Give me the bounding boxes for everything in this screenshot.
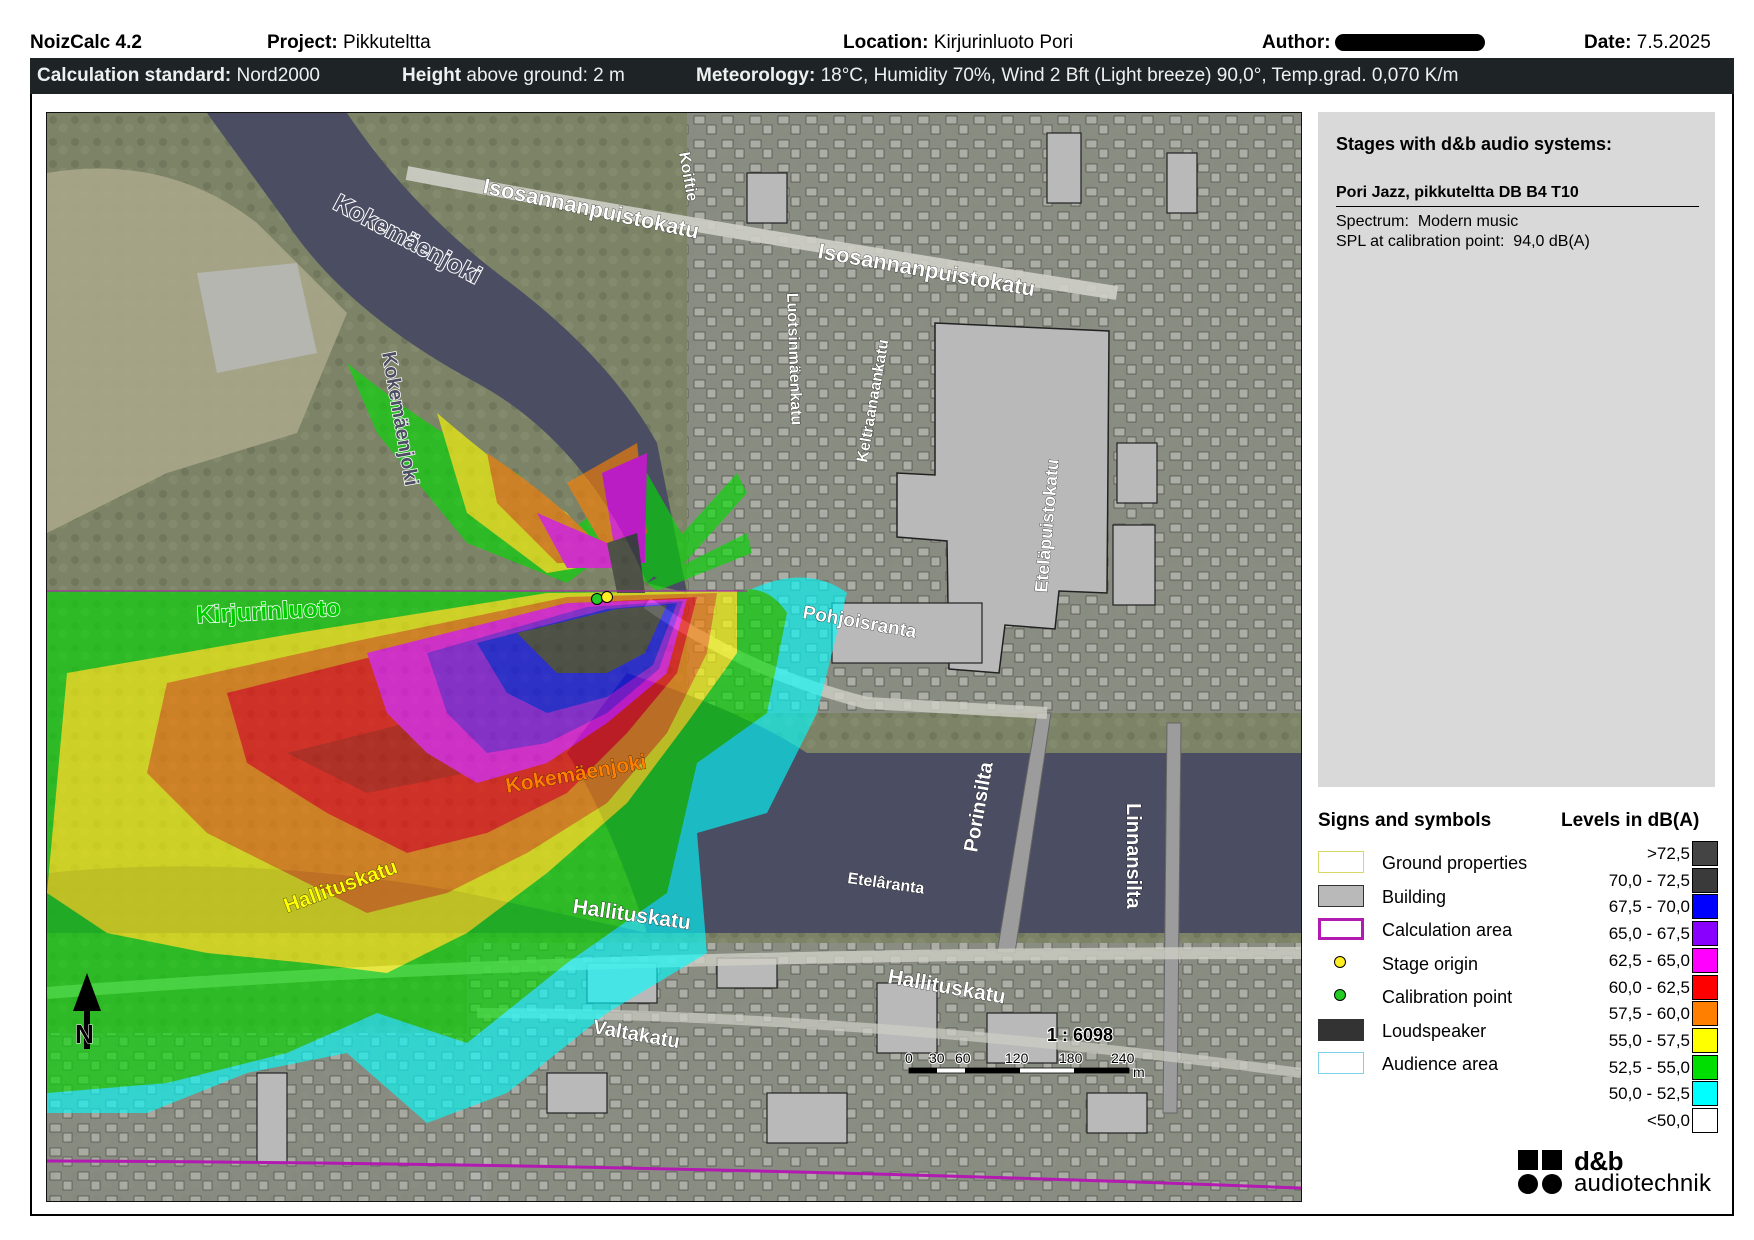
legend-symbol: Calculation area xyxy=(1318,914,1598,944)
levels-title: Levels in dB(A) xyxy=(1561,810,1700,831)
level-swatch xyxy=(1692,921,1718,947)
legend-symbol: Calibration point xyxy=(1318,981,1598,1011)
level-label: 62,5 - 65,0 xyxy=(1608,950,1690,970)
level-row: 62,5 - 65,0 xyxy=(1560,947,1720,974)
calibration-point[interactable] xyxy=(591,593,603,605)
svg-text:30: 30 xyxy=(929,1050,945,1066)
noise-map[interactable]: Kokemäenjoki Isosannanpuistokatu Isosann… xyxy=(46,112,1302,1202)
stage-name: Pori Jazz, pikkuteltta DB B4 T10 xyxy=(1336,184,1699,207)
level-row: 55,0 - 57,5 xyxy=(1560,1027,1720,1054)
legend-label: Calculation area xyxy=(1382,920,1513,940)
legend-label: Stage origin xyxy=(1382,953,1479,974)
level-row: 60,0 - 62,5 xyxy=(1560,974,1720,1001)
scale-ratio: 1 : 6098 xyxy=(1047,1025,1113,1045)
level-label: <50,0 xyxy=(1646,1111,1690,1130)
app-name: NoizCalc 4.2 xyxy=(30,32,142,53)
legend-swatch xyxy=(1318,851,1364,873)
level-row: >72,5 xyxy=(1560,840,1720,867)
stage-origin[interactable] xyxy=(601,591,613,603)
db-audiotechnik-logo: d&b audiotechnik xyxy=(1518,1146,1718,1200)
redacted-author xyxy=(1334,34,1485,52)
svg-text:N: N xyxy=(75,1019,94,1049)
level-label: >72,5 xyxy=(1646,844,1690,863)
map-label: Linnansilta xyxy=(1122,803,1144,909)
level-label: 57,5 - 60,0 xyxy=(1608,1004,1690,1024)
level-swatch xyxy=(1692,1081,1718,1107)
stages-title: Stages with d&b audio systems: xyxy=(1336,134,1613,154)
level-label: 60,0 - 62,5 xyxy=(1608,977,1690,997)
legend-dot xyxy=(1334,955,1346,968)
level-label: 65,0 - 67,5 xyxy=(1608,924,1690,944)
svg-text:120: 120 xyxy=(1005,1050,1029,1066)
legend-swatch xyxy=(1318,1018,1364,1041)
legend-swatch xyxy=(1318,1052,1364,1074)
signs-title: Signs and symbols xyxy=(1318,810,1492,831)
legend-label: Audience area xyxy=(1382,1054,1499,1074)
legend-symbol: Building xyxy=(1318,881,1598,911)
project-field: Project: Pikkuteltta xyxy=(267,32,431,53)
svg-text:0: 0 xyxy=(905,1050,913,1066)
legend-label: Loudspeaker xyxy=(1382,1020,1487,1041)
svg-text:m: m xyxy=(1133,1064,1145,1080)
level-label: 50,0 - 52,5 xyxy=(1608,1084,1690,1104)
level-row: 50,0 - 52,5 xyxy=(1560,1080,1720,1107)
level-swatch xyxy=(1692,947,1718,973)
svg-text:180: 180 xyxy=(1059,1050,1083,1066)
level-swatch xyxy=(1692,841,1718,866)
legend-symbol: Audience area xyxy=(1318,1048,1598,1078)
legend-dot xyxy=(1334,989,1346,1001)
calculation-info-bar: Calculation standard: Nord2000 Height ab… xyxy=(30,58,1734,94)
level-swatch xyxy=(1692,894,1718,920)
level-swatch xyxy=(1692,1054,1718,1080)
level-swatch xyxy=(1692,867,1718,893)
level-row: 70,0 - 72,5 xyxy=(1560,867,1720,894)
legend-swatch xyxy=(1318,918,1364,940)
date-field: Date: 7.5.2025 xyxy=(1584,32,1711,53)
calc-height: Height above ground: 2 m xyxy=(402,65,625,86)
svg-text:60: 60 xyxy=(955,1050,971,1066)
level-swatch xyxy=(1692,974,1718,1000)
location-field: Location: Kirjurinluoto Pori xyxy=(843,32,1074,53)
legend-label: Calibration point xyxy=(1382,987,1513,1007)
level-row: 65,0 - 67,5 xyxy=(1560,920,1720,947)
level-row: 67,5 - 70,0 xyxy=(1560,893,1720,920)
level-label: 67,5 - 70,0 xyxy=(1608,897,1690,917)
calc-standard: Calculation standard: Nord2000 xyxy=(37,65,320,86)
level-swatch xyxy=(1692,1027,1718,1053)
legend-swatch xyxy=(1318,884,1364,907)
stages-panel: Stages with d&b audio systems: Pori Jazz… xyxy=(1318,112,1715,787)
level-swatch xyxy=(1692,1108,1718,1133)
legend-label: Ground properties xyxy=(1382,853,1528,873)
author-field: Author: xyxy=(1262,32,1485,54)
legend-symbol: Stage origin xyxy=(1318,948,1598,978)
stage-details: Spectrum: Modern music SPL at calibratio… xyxy=(1336,213,1590,250)
level-row: <50,0 xyxy=(1560,1107,1720,1134)
level-label: 52,5 - 55,0 xyxy=(1608,1057,1690,1077)
calc-meteorology: Meteorology: 18°C, Humidity 70%, Wind 2 … xyxy=(696,65,1459,86)
legend-label: Building xyxy=(1382,886,1447,907)
level-row: 52,5 - 55,0 xyxy=(1560,1054,1720,1081)
svg-text:240: 240 xyxy=(1111,1050,1135,1066)
legend-symbol: Ground properties xyxy=(1318,847,1598,877)
level-label: 70,0 - 72,5 xyxy=(1608,870,1690,890)
legend-symbol: Loudspeaker xyxy=(1318,1015,1598,1045)
level-label: 55,0 - 57,5 xyxy=(1608,1030,1690,1050)
level-row: 57,5 - 60,0 xyxy=(1560,1000,1720,1027)
level-swatch xyxy=(1692,1001,1718,1027)
